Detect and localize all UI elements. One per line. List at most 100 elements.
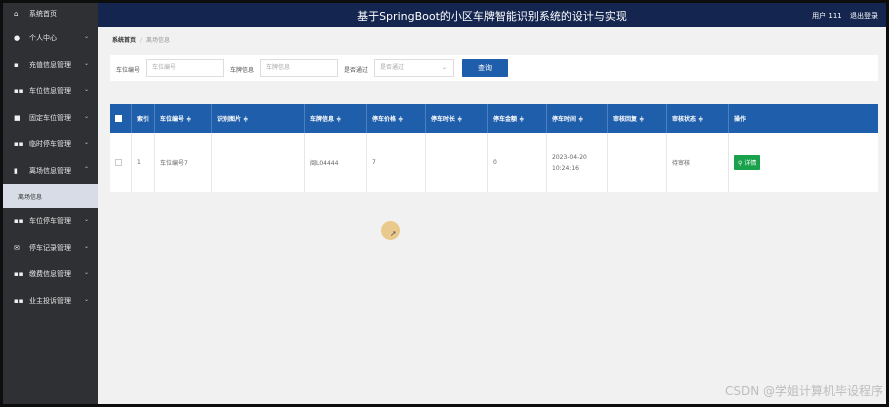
sidebar-item-label: 离场信息管理	[29, 166, 71, 175]
logout-link[interactable]: 退出登录	[850, 12, 878, 20]
table-cell: 待审核	[667, 133, 729, 192]
breadcrumb: 系统首页 / 离场信息	[112, 35, 170, 44]
bar-chart-icon: ▮	[14, 166, 18, 175]
sidebar-subitem-departure-info[interactable]: 离场信息	[3, 184, 98, 208]
table-cell: 车位编号7	[155, 133, 212, 192]
envelope-icon: ✉	[14, 243, 20, 252]
chevron-down-icon: ⌄	[441, 64, 447, 71]
search-icon: ⚲	[738, 160, 743, 167]
table-cell: 闽L04444	[305, 133, 367, 192]
column-header[interactable]: 车位编号 ≑	[155, 104, 212, 133]
wallet-icon: ▪	[14, 60, 19, 69]
sidebar-item-label: 固定车位管理	[29, 113, 71, 122]
grid-icon: ▪▪	[14, 296, 24, 305]
sidebar-item-label: 车位停车管理	[29, 217, 71, 226]
sidebar-subitem-label: 离场信息	[18, 193, 43, 201]
table-cell: 2023-04-20 10:24:16	[547, 133, 608, 192]
sidebar-item-parking-records[interactable]: ✉ 停车记录管理 ⌄	[3, 235, 98, 262]
column-header[interactable]: 识别图片 ≑	[212, 104, 305, 133]
chevron-down-icon: ⌄	[83, 269, 89, 276]
breadcrumb-home[interactable]: 系统首页	[112, 37, 136, 44]
table-cell	[212, 133, 305, 192]
sidebar-item-spot-parking[interactable]: ▪▪ 车位停车管理 ⌄	[3, 208, 98, 235]
row-checkbox-cell	[110, 133, 132, 192]
select-all-checkbox[interactable]	[115, 115, 122, 122]
sidebar-item-label: 临时停车管理	[29, 140, 71, 149]
user-label: 用户 111	[812, 12, 842, 20]
column-header: 操作	[734, 116, 747, 123]
breadcrumb-current: 离场信息	[146, 37, 171, 44]
sidebar-item-label: 个人中心	[29, 34, 57, 43]
row-checkbox[interactable]	[115, 159, 122, 166]
data-table: 索引 车位编号 ≑ 识别图片 ≑ 车牌信息 ≑ 停车价格 ≑ 停车时长 ≑ 停车…	[110, 104, 878, 192]
spot-no-label: 车位编号	[116, 67, 141, 74]
header: 基于SpringBoot的小区车牌智能识别系统的设计与实现 用户 111 退出登…	[98, 3, 886, 27]
table-cell: 0	[488, 133, 547, 192]
sidebar-item-label: 充值信息管理	[29, 60, 71, 69]
sidebar-item-complaints[interactable]: ▪▪ 业主投诉管理 ⌄	[3, 288, 98, 315]
action-cell: ⚲ 详情	[729, 133, 878, 192]
book-icon: ■	[14, 113, 21, 122]
table-row: 1 车位编号7 闽L04444 7 0 2023-04-20 10:24:16 …	[110, 133, 878, 192]
sidebar-item-recharge[interactable]: ▪ 充值信息管理 ⌄	[3, 52, 98, 79]
grid-icon: ▪▪	[14, 140, 24, 149]
search-button[interactable]: 查询	[462, 59, 508, 77]
sidebar-item-label: 业主投诉管理	[29, 296, 71, 305]
sidebar-item-personal-center[interactable]: ● 个人中心 ⌄	[3, 25, 98, 52]
column-header[interactable]: 停车时间 ≑	[547, 104, 608, 133]
search-bar: 车位编号 车位编号 车牌信息 车牌信息 是否通过 是否通过 ⌄ 查询	[110, 55, 878, 81]
plate-label: 车牌信息	[230, 67, 255, 74]
chevron-down-icon: ⌄	[83, 112, 89, 120]
sidebar-item-home[interactable]: ⌂ 系统首页	[3, 3, 98, 25]
watermark: CSDN @学姐计算机毕设程序	[724, 384, 883, 398]
chevron-up-icon: ⌃	[83, 165, 89, 173]
approved-select-value: 是否通过	[380, 64, 405, 71]
sidebar-item-label: 停车记录管理	[29, 243, 71, 252]
column-header[interactable]: 停车时长 ≑	[426, 104, 488, 133]
column-header[interactable]: 停车价格 ≑	[367, 104, 426, 133]
home-icon: ⌂	[14, 10, 19, 18]
column-header[interactable]: 审核状态 ≑	[667, 104, 729, 133]
grid-icon: ▪▪	[14, 217, 24, 226]
user-icon: ●	[14, 34, 21, 43]
sidebar-item-payment[interactable]: ▪▪ 缴费信息管理 ⌄	[3, 261, 98, 288]
plate-input[interactable]: 车牌信息	[260, 59, 338, 77]
table-cell: 1	[132, 133, 155, 192]
approved-label: 是否通过	[344, 67, 369, 74]
detail-button-label: 详情	[744, 160, 757, 167]
cursor-icon: ➚	[390, 229, 397, 238]
table-body: 1 车位编号7 闽L04444 7 0 2023-04-20 10:24:16 …	[110, 133, 878, 192]
sidebar: ⌂ 系统首页 ● 个人中心 ⌄ ▪ 充值信息管理 ⌄ ▪▪ 车位信息管理 ⌄ ■…	[3, 3, 98, 404]
column-header[interactable]: 审核回复 ≑	[608, 104, 667, 133]
header-checkbox-cell	[110, 104, 132, 133]
chevron-down-icon: ⌄	[83, 139, 89, 146]
approved-select[interactable]: 是否通过 ⌄	[374, 59, 454, 77]
breadcrumb-separator: /	[140, 37, 143, 44]
detail-button[interactable]: ⚲ 详情	[734, 155, 761, 170]
app-title: 基于SpringBoot的小区车牌智能识别系统的设计与实现	[357, 10, 627, 23]
sidebar-item-label: 车位信息管理	[29, 87, 71, 96]
main-content: 系统首页 / 离场信息 车位编号 车位编号 车牌信息 车牌信息 是否通过 是否通过 …	[98, 27, 886, 404]
sidebar-item-parking-spot[interactable]: ▪▪ 车位信息管理 ⌄	[3, 78, 98, 105]
sidebar-item-departure[interactable]: ▮ 离场信息管理 ⌃	[3, 158, 98, 185]
chevron-down-icon: ⌄	[83, 86, 89, 93]
chevron-down-icon: ⌄	[83, 59, 89, 67]
column-header: 索引	[132, 104, 155, 133]
chevron-down-icon: ⌄	[83, 295, 89, 303]
spot-no-input[interactable]: 车位编号	[146, 59, 224, 77]
chevron-down-icon: ⌄	[83, 242, 89, 250]
grid-icon: ▪▪	[14, 87, 24, 96]
chevron-down-icon: ⌄	[83, 216, 89, 223]
column-header[interactable]: 车牌信息 ≑	[305, 104, 367, 133]
table-cell	[608, 133, 667, 192]
sidebar-item-fixed-spot[interactable]: ■ 固定车位管理 ⌄	[3, 105, 98, 132]
table-header: 索引 车位编号 ≑ 识别图片 ≑ 车牌信息 ≑ 停车价格 ≑ 停车时长 ≑ 停车…	[110, 104, 878, 133]
user-area: 用户 111 退出登录	[806, 11, 878, 21]
sidebar-item-label: 缴费信息管理	[29, 270, 71, 279]
column-header[interactable]: 停车金额 ≑	[488, 104, 547, 133]
grid-icon: ▪▪	[14, 270, 24, 279]
sidebar-item-temp-parking[interactable]: ▪▪ 临时停车管理 ⌄	[3, 131, 98, 158]
chevron-down-icon: ⌄	[83, 33, 89, 40]
sidebar-item-label: 系统首页	[29, 10, 57, 18]
table-cell: 7	[367, 133, 426, 192]
